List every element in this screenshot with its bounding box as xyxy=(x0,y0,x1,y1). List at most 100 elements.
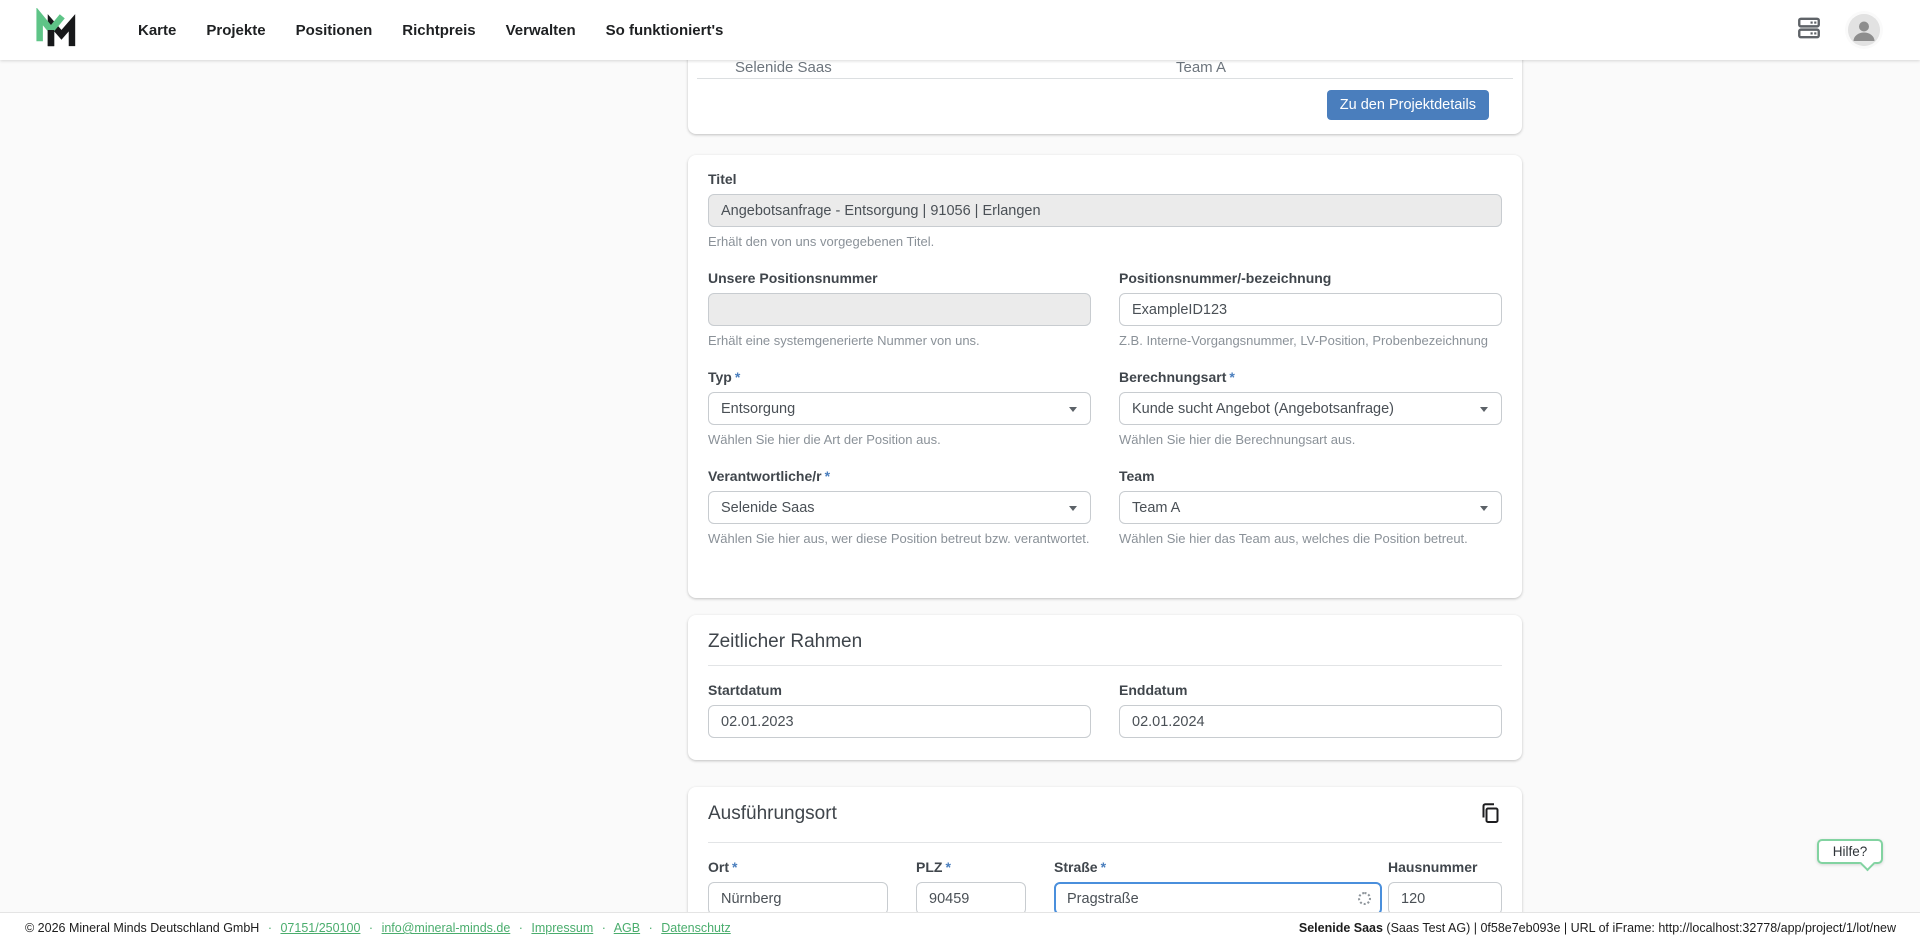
verantwortliche-label: Verantwortliche/r* xyxy=(708,468,1091,484)
strasse-label: Straße* xyxy=(1054,859,1382,875)
positionsnummer-field-group: Positionsnummer/-bezeichnung Z.B. Intern… xyxy=(1119,270,1502,348)
help-button-label: Hilfe? xyxy=(1833,844,1868,859)
enddatum-label: Enddatum xyxy=(1119,682,1502,698)
strasse-input[interactable] xyxy=(1054,882,1382,915)
footer-separator: · xyxy=(369,921,373,935)
titel-label: Titel xyxy=(708,171,1502,187)
datum-row: Startdatum Enddatum xyxy=(708,682,1502,738)
footer: © 2026 Mineral Minds Deutschland GmbH · … xyxy=(0,912,1920,943)
nav-item-karte[interactable]: Karte xyxy=(138,22,176,39)
required-asterisk: * xyxy=(945,859,950,875)
nav-item-projekte[interactable]: Projekte xyxy=(206,22,265,39)
plz-field-group: PLZ* xyxy=(916,859,1026,915)
enddatum-field-group: Enddatum xyxy=(1119,682,1502,738)
nav-item-richtpreis[interactable]: Richtpreis xyxy=(402,22,475,39)
footer-separator: · xyxy=(602,921,606,935)
divider xyxy=(708,665,1502,666)
help-button[interactable]: Hilfe? xyxy=(1817,839,1883,864)
footer-left: © 2026 Mineral Minds Deutschland GmbH · … xyxy=(25,913,731,943)
nav-item-so-funktionierts[interactable]: So funktioniert's xyxy=(606,22,724,39)
positionsnummer-row: Unsere Positionsnummer Erhält eine syste… xyxy=(708,270,1502,348)
mineral-minds-logo[interactable] xyxy=(34,8,76,57)
footer-datenschutz-link[interactable]: Datenschutz xyxy=(661,921,730,935)
berechnungsart-select[interactable]: Kunde sucht Angebot (Angebotsanfrage) xyxy=(1119,392,1502,425)
nav-links: Karte Projekte Positionen Richtpreis Ver… xyxy=(138,0,723,60)
positionsnummer-input[interactable] xyxy=(1119,293,1502,326)
required-asterisk: * xyxy=(1101,859,1106,875)
required-asterisk: * xyxy=(735,369,740,385)
user-avatar-icon[interactable] xyxy=(1848,14,1880,46)
startdatum-input[interactable] xyxy=(708,705,1091,738)
footer-impressum-link[interactable]: Impressum xyxy=(531,921,593,935)
footer-email-link[interactable]: info@mineral-minds.de xyxy=(382,921,511,935)
navbar-right xyxy=(1796,0,1880,60)
footer-phone-link[interactable]: 07151/250100 xyxy=(280,921,360,935)
copy-icon[interactable] xyxy=(1478,801,1502,830)
team-hint: Wählen Sie hier das Team aus, welches di… xyxy=(1119,531,1502,546)
typ-berechnungsart-row: Typ* Entsorgung Wählen Sie hier die Art … xyxy=(708,369,1502,447)
dropdown-caret-icon xyxy=(1069,407,1077,412)
berechnungsart-label: Berechnungsart* xyxy=(1119,369,1502,385)
berechnungsart-hint: Wählen Sie hier die Berechnungsart aus. xyxy=(1119,432,1502,447)
dropdown-caret-icon xyxy=(1480,506,1488,511)
footer-copyright: © 2026 Mineral Minds Deutschland GmbH xyxy=(25,921,259,935)
footer-separator: · xyxy=(649,921,653,935)
required-asterisk: * xyxy=(732,859,737,875)
strasse-field-group: Straße* xyxy=(1054,859,1382,915)
position-form-card: Titel Erhält den von uns vorgegebenen Ti… xyxy=(688,155,1522,598)
footer-session-text: (Saas Test AG) | 0f58e7eb093e | URL of i… xyxy=(1383,921,1896,935)
enddatum-input[interactable] xyxy=(1119,705,1502,738)
project-responsible-value: Selenide Saas xyxy=(735,59,832,76)
plz-label: PLZ* xyxy=(916,859,1026,875)
ausfuehrungsort-header: Ausführungsort xyxy=(708,803,1502,830)
ort-field-group: Ort* xyxy=(708,859,888,915)
unsere-positionsnummer-input xyxy=(708,293,1091,326)
typ-field-group: Typ* Entsorgung Wählen Sie hier die Art … xyxy=(708,369,1091,447)
startdatum-label: Startdatum xyxy=(708,682,1091,698)
zeitlicher-rahmen-title: Zeitlicher Rahmen xyxy=(708,631,1502,653)
team-select[interactable]: Team A xyxy=(1119,491,1502,524)
required-asterisk: * xyxy=(1229,369,1234,385)
required-asterisk: * xyxy=(825,468,830,484)
typ-select[interactable]: Entsorgung xyxy=(708,392,1091,425)
positionsnummer-hint: Z.B. Interne-Vorgangsnummer, LV-Position… xyxy=(1119,333,1502,348)
footer-agb-link[interactable]: AGB xyxy=(614,921,640,935)
loading-spinner-icon xyxy=(1358,892,1371,905)
titel-input xyxy=(708,194,1502,227)
team-label: Team xyxy=(1119,468,1502,484)
berechnungsart-field-group: Berechnungsart* Kunde sucht Angebot (Ang… xyxy=(1119,369,1502,447)
plz-input[interactable] xyxy=(916,882,1026,915)
hausnummer-input[interactable] xyxy=(1388,882,1502,915)
footer-user-name: Selenide Saas xyxy=(1299,921,1383,935)
verantwortliche-hint: Wählen Sie hier aus, wer diese Position … xyxy=(708,531,1091,546)
divider xyxy=(697,78,1513,79)
hausnummer-field-group: Hausnummer xyxy=(1388,859,1502,915)
zeitlicher-rahmen-card: Zeitlicher Rahmen Startdatum Enddatum xyxy=(688,615,1522,760)
unsere-positionsnummer-hint: Erhält eine systemgenerierte Nummer von … xyxy=(708,333,1091,348)
team-field-group: Team Team A Wählen Sie hier das Team aus… xyxy=(1119,468,1502,546)
hausnummer-label: Hausnummer xyxy=(1388,859,1502,875)
ort-input[interactable] xyxy=(708,882,888,915)
divider xyxy=(708,842,1502,843)
verantwortliche-select[interactable]: Selenide Saas xyxy=(708,491,1091,524)
project-details-button[interactable]: Zu den Projektdetails xyxy=(1327,90,1489,120)
server-icon[interactable] xyxy=(1796,15,1822,46)
top-navbar: Karte Projekte Positionen Richtpreis Ver… xyxy=(0,0,1920,60)
project-team-value: Team A xyxy=(1176,59,1226,76)
verantwortliche-field-group: Verantwortliche/r* Selenide Saas Wählen … xyxy=(708,468,1091,546)
dropdown-caret-icon xyxy=(1480,407,1488,412)
ausfuehrungsort-title: Ausführungsort xyxy=(708,803,837,825)
nav-item-verwalten[interactable]: Verwalten xyxy=(506,22,576,39)
titel-field-group: Titel Erhält den von uns vorgegebenen Ti… xyxy=(708,171,1502,249)
typ-label: Typ* xyxy=(708,369,1091,385)
nav-item-positionen[interactable]: Positionen xyxy=(296,22,373,39)
unsere-positionsnummer-field-group: Unsere Positionsnummer Erhält eine syste… xyxy=(708,270,1091,348)
footer-separator: · xyxy=(268,921,272,935)
ort-label: Ort* xyxy=(708,859,888,875)
unsere-positionsnummer-label: Unsere Positionsnummer xyxy=(708,270,1091,286)
typ-hint: Wählen Sie hier die Art der Position aus… xyxy=(708,432,1091,447)
titel-hint: Erhält den von uns vorgegebenen Titel. xyxy=(708,234,1502,249)
startdatum-field-group: Startdatum xyxy=(708,682,1091,738)
footer-session-info: Selenide Saas (Saas Test AG) | 0f58e7eb0… xyxy=(1299,913,1896,943)
positionsnummer-label: Positionsnummer/-bezeichnung xyxy=(1119,270,1502,286)
